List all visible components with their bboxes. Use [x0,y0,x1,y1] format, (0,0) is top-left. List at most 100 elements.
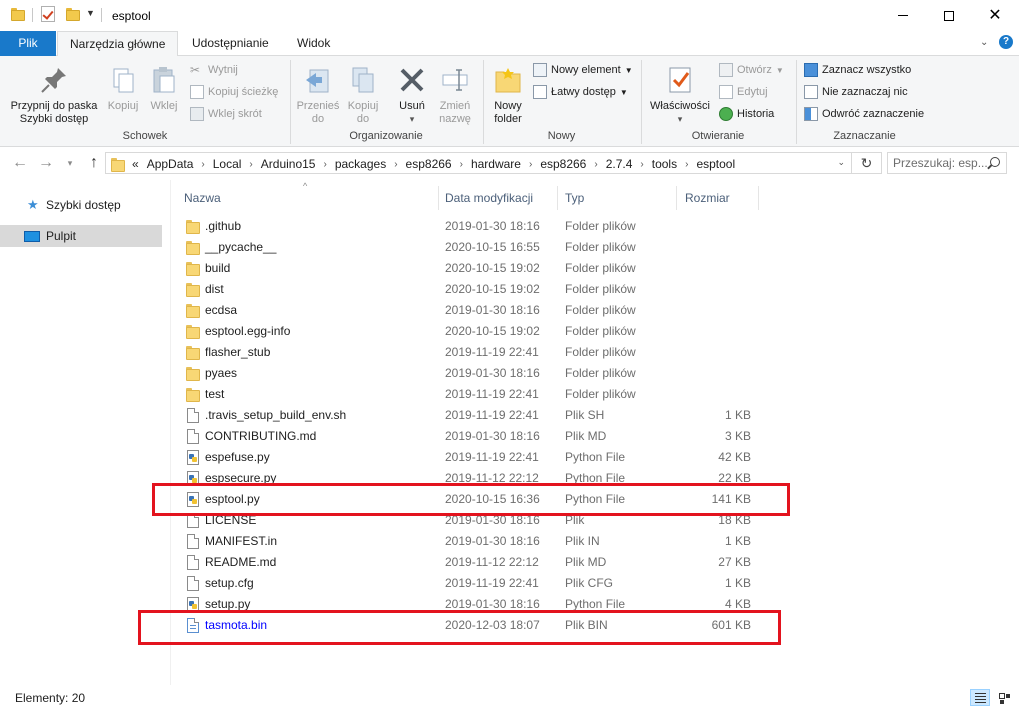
breadcrumb-item[interactable]: 2.7.4 [606,157,633,171]
easy-access-button[interactable]: Łatwy dostęp ▼ [533,83,628,101]
properties-quick-icon[interactable] [41,6,55,22]
address-history-chevron-down-icon[interactable]: ⌄ [837,157,845,168]
table-row[interactable]: CONTRIBUTING.md 2019-01-30 18:16 Plik MD 3 … [176,426,759,447]
select-none-button[interactable]: Nie zaznaczaj nic [804,83,908,101]
file-type: Folder plików [565,219,636,233]
table-row[interactable]: MANIFEST.in 2019-01-30 18:16 Plik IN 1 KB [176,531,759,552]
new-item-button[interactable]: Nowy element ▼ [533,61,633,79]
chevron-right-icon[interactable]: › [685,159,688,170]
invert-selection-button[interactable]: Odwróć zaznaczenie [804,105,924,123]
pin-quick-access-button[interactable]: Przypnij do paska Szybki dostęp [8,64,100,126]
history-button[interactable]: Historia [719,105,774,123]
table-row[interactable]: pyaes 2019-01-30 18:16 Folder plików [176,363,759,384]
details-view-button[interactable] [970,689,990,706]
maximize-button[interactable] [926,0,972,31]
delete-button[interactable]: Usuń ▾ [394,64,430,126]
address-bar[interactable]: « AppData › Local › Arduino15 › packages › e… [105,152,852,174]
chevron-right-icon[interactable]: › [529,159,532,170]
breadcrumb-item[interactable]: AppData [147,157,194,171]
invert-selection-label: Odwróć zaznaczenie [822,108,925,120]
table-row[interactable]: __pycache__ 2020-10-15 16:55 Folder plików [176,237,759,258]
chevron-right-icon[interactable]: › [640,159,643,170]
table-row[interactable]: ecdsa 2019-01-30 18:16 Folder plików [176,300,759,321]
search-input[interactable]: Przeszukaj: esp... [887,152,1007,174]
search-icon[interactable] [990,157,1000,167]
breadcrumb-item[interactable]: esptool [696,157,735,171]
table-row[interactable]: README.md 2019-11-12 22:12 Plik MD 27 KB [176,552,759,573]
close-button[interactable]: ✕ [972,0,1018,31]
chevron-right-icon[interactable]: › [594,159,597,170]
breadcrumb-item[interactable]: packages [335,157,386,171]
chevron-right-icon[interactable]: › [460,159,463,170]
forward-arrow-icon[interactable]: → [36,154,56,172]
edit-button[interactable]: Edytuj [719,83,768,101]
table-row[interactable]: .github 2019-01-30 18:16 Folder plików [176,216,759,237]
table-row[interactable]: espefuse.py 2019-11-19 22:41 Python File 42… [176,447,759,468]
file-name: setup.cfg [205,576,254,590]
copy-path-button[interactable]: Kopiuj ścieżkę [190,83,278,101]
refresh-button[interactable]: ↻ [852,152,882,174]
file-date: 2019-01-30 18:16 [445,303,540,317]
copy-button[interactable]: Kopiuj [104,64,142,113]
column-header-type[interactable]: Typ [557,186,677,210]
table-row[interactable]: dist 2020-10-15 19:02 Folder plików [176,279,759,300]
table-row[interactable]: esptool.egg-info 2020-10-15 19:02 Folder p… [176,321,759,342]
chevron-right-icon[interactable]: › [323,159,326,170]
tab-view[interactable]: Widok [285,31,342,56]
collapse-ribbon-icon[interactable]: ⌄ [980,37,988,48]
properties-button[interactable]: Właściwości ▾ [645,64,715,126]
paste-button[interactable]: Wklej [146,64,182,113]
chevron-right-icon[interactable]: › [201,159,204,170]
breadcrumb-item[interactable]: esp8266 [540,157,586,171]
open-button[interactable]: Otwórz ▼ [719,61,784,79]
copy-to-button[interactable]: Kopiuj do [342,64,384,126]
tab-file[interactable]: Plik [0,31,56,56]
help-icon[interactable]: ? [999,35,1013,49]
select-all-button[interactable]: Zaznacz wszystko [804,61,911,79]
cut-button[interactable]: ✂ Wytnij [190,61,238,79]
file-date: 2019-01-30 18:16 [445,366,540,380]
refresh-icon: ↻ [860,155,873,171]
breadcrumb-item[interactable]: hardware [471,157,521,171]
tab-share[interactable]: Udostępnianie [180,31,281,56]
pin-label-line1: Przypnij do paska [10,100,98,112]
group-label-select: Zaznaczanie [833,130,896,142]
tab-home[interactable]: Narzędzia główne [57,31,179,57]
pin-label-line2: Szybki dostęp [19,113,89,125]
breadcrumb-item[interactable]: esp8266 [406,157,452,171]
customize-toolbar-dropdown-icon[interactable]: ▼ [86,8,95,18]
column-header-name[interactable]: Nazwa [176,186,439,210]
group-label-organize: Organizowanie [349,130,423,142]
delete-dropdown-icon[interactable]: ▾ [394,113,430,126]
table-row[interactable]: setup.cfg 2019-11-19 22:41 Plik CFG 1 KB [176,573,759,594]
minimize-button[interactable] [880,0,926,31]
chevron-right-icon[interactable]: › [249,159,252,170]
navpane-item-quick-access[interactable]: ★ Szybki dostęp [0,194,162,216]
column-header-size[interactable]: Rozmiar [677,186,759,210]
navpane-item-desktop[interactable]: Pulpit [0,225,162,247]
large-icons-view-button[interactable] [994,689,1014,706]
breadcrumb-overflow[interactable]: « [132,157,139,171]
new-folder-quick-icon[interactable] [66,7,80,21]
back-arrow-icon[interactable]: ← [10,154,30,172]
recent-locations-chevron-down-icon[interactable]: ▾ [60,158,80,169]
breadcrumb-item[interactable]: Arduino15 [261,157,316,171]
chevron-right-icon[interactable]: › [394,159,397,170]
paste-shortcut-button[interactable]: Wklej skrót [190,105,262,123]
table-row[interactable]: build 2020-10-15 19:02 Folder plików [176,258,759,279]
group-label-clipboard: Schowek [122,130,168,142]
up-arrow-icon[interactable]: ↑ [84,154,104,172]
breadcrumb-item[interactable]: Local [213,157,242,171]
highlight-box-tasmota [138,610,781,645]
table-row[interactable]: .travis_setup_build_env.sh 2019-11-19 22:… [176,405,759,426]
breadcrumb: « AppData › Local › Arduino15 › packages › e… [132,156,735,172]
table-row[interactable]: test 2019-11-19 22:41 Folder plików [176,384,759,405]
table-row[interactable]: flasher_stub 2019-11-19 22:41 Folder plikó… [176,342,759,363]
delete-label: Usuń [399,100,425,112]
column-header-date[interactable]: Data modyfikacji [437,186,558,210]
move-to-button[interactable]: Przenieś do [294,64,342,126]
rename-button[interactable]: Zmień nazwę [434,64,476,126]
properties-dropdown-icon[interactable]: ▾ [645,113,715,126]
breadcrumb-item[interactable]: tools [652,157,677,171]
new-folder-button[interactable]: Nowy folder [487,64,529,126]
